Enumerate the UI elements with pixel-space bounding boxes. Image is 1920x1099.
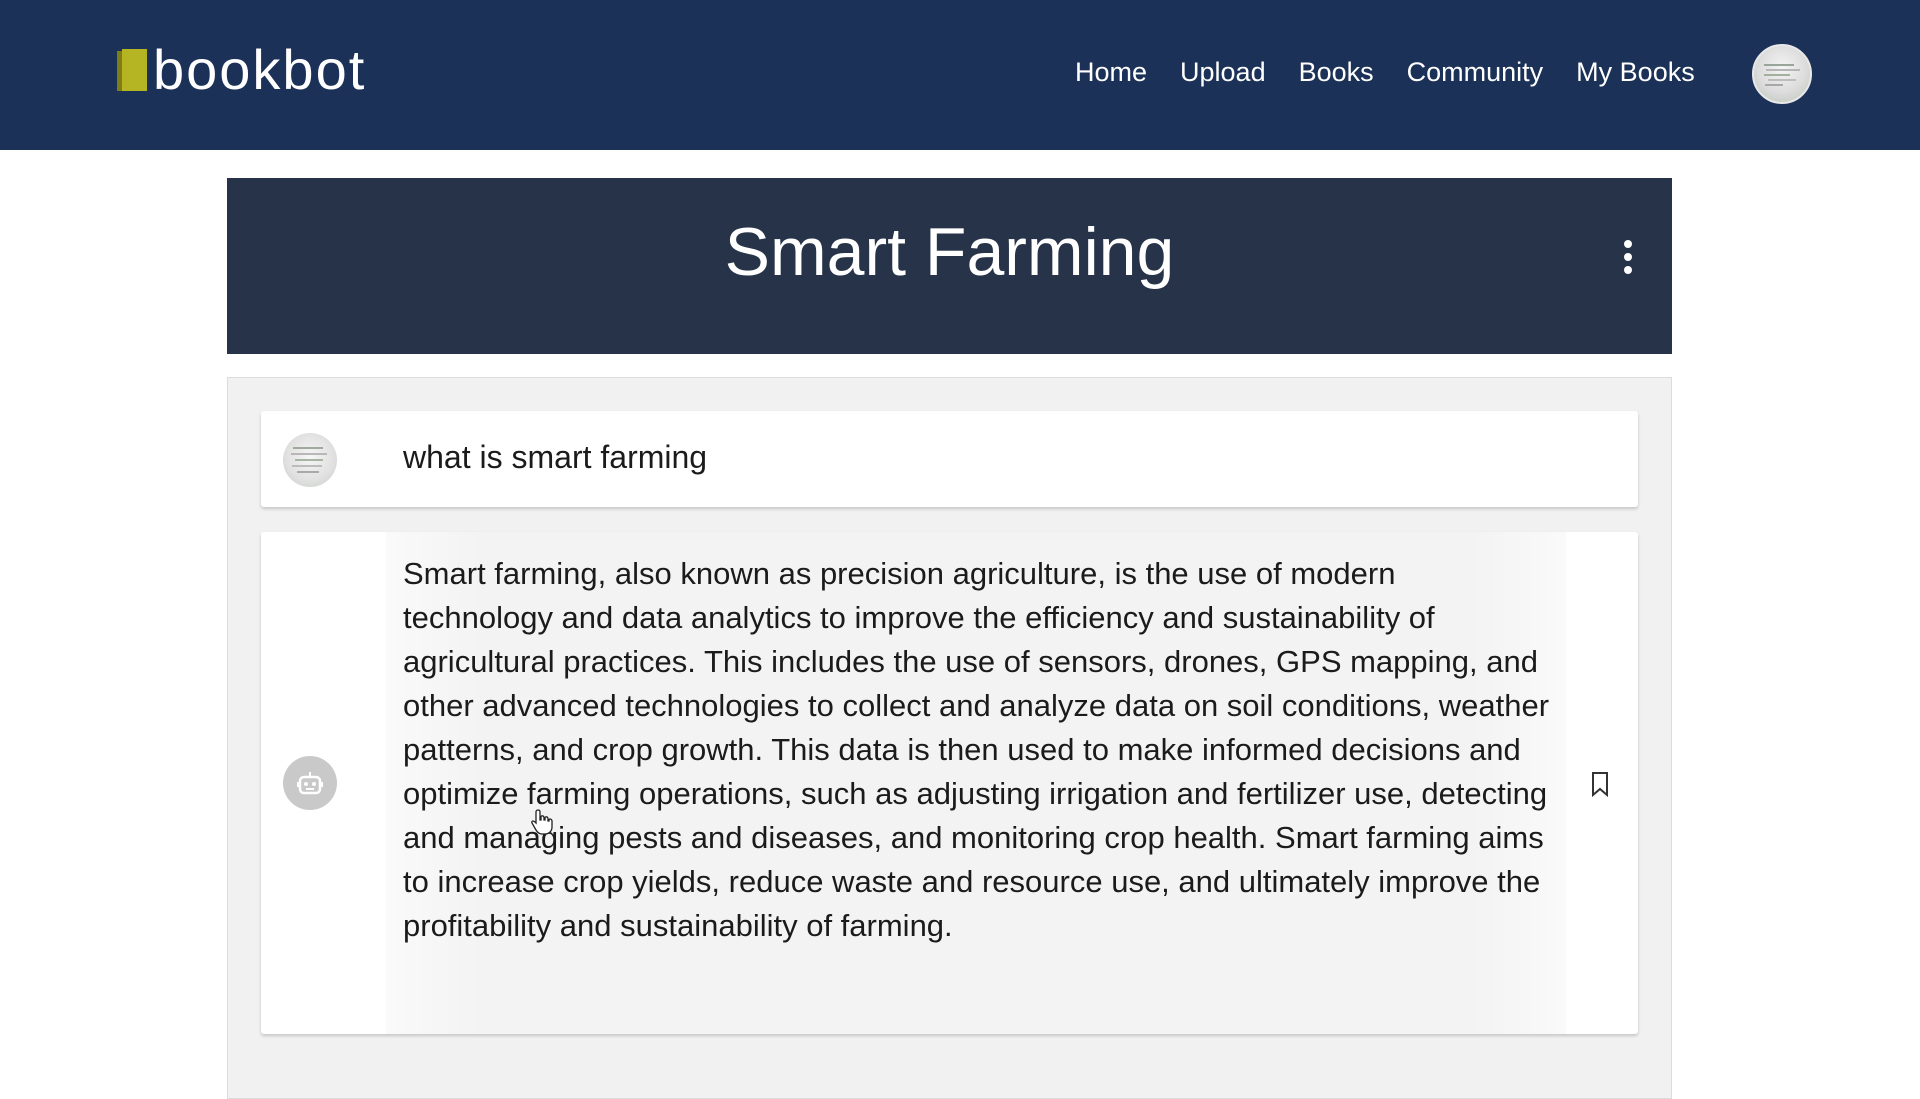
more-vertical-icon[interactable] xyxy=(1622,240,1634,282)
nav-my-books[interactable]: My Books xyxy=(1576,52,1695,92)
user-avatar-icon[interactable] xyxy=(1752,44,1812,104)
user-message: what is smart farming xyxy=(261,411,1638,507)
bot-message: Smart farming, also known as precision a… xyxy=(261,532,1638,1034)
logo[interactable]: bookbot xyxy=(117,40,366,100)
book-title-banner: Smart Farming xyxy=(227,178,1672,354)
bot-message-text: Smart farming, also known as precision a… xyxy=(403,556,1550,943)
user-avatar-icon xyxy=(283,433,337,487)
nav-home[interactable]: Home xyxy=(1075,52,1147,92)
nav-links: Home Upload Books Community My Books xyxy=(1075,52,1728,92)
book-logo-icon xyxy=(117,49,147,91)
page-title: Smart Farming xyxy=(724,214,1175,290)
robot-icon xyxy=(283,756,337,810)
chat-panel: what is smart farming Smart farming, als… xyxy=(227,377,1672,1099)
user-message-text: what is smart farming xyxy=(403,439,708,475)
nav-upload[interactable]: Upload xyxy=(1180,52,1266,92)
nav-books[interactable]: Books xyxy=(1299,52,1374,92)
logo-text: bookbot xyxy=(153,38,367,101)
nav-community[interactable]: Community xyxy=(1407,52,1544,92)
top-navbar: bookbot Home Upload Books Community My B… xyxy=(0,0,1920,150)
bookmark-icon[interactable] xyxy=(1588,770,1612,798)
hand-cursor-icon xyxy=(530,808,554,836)
